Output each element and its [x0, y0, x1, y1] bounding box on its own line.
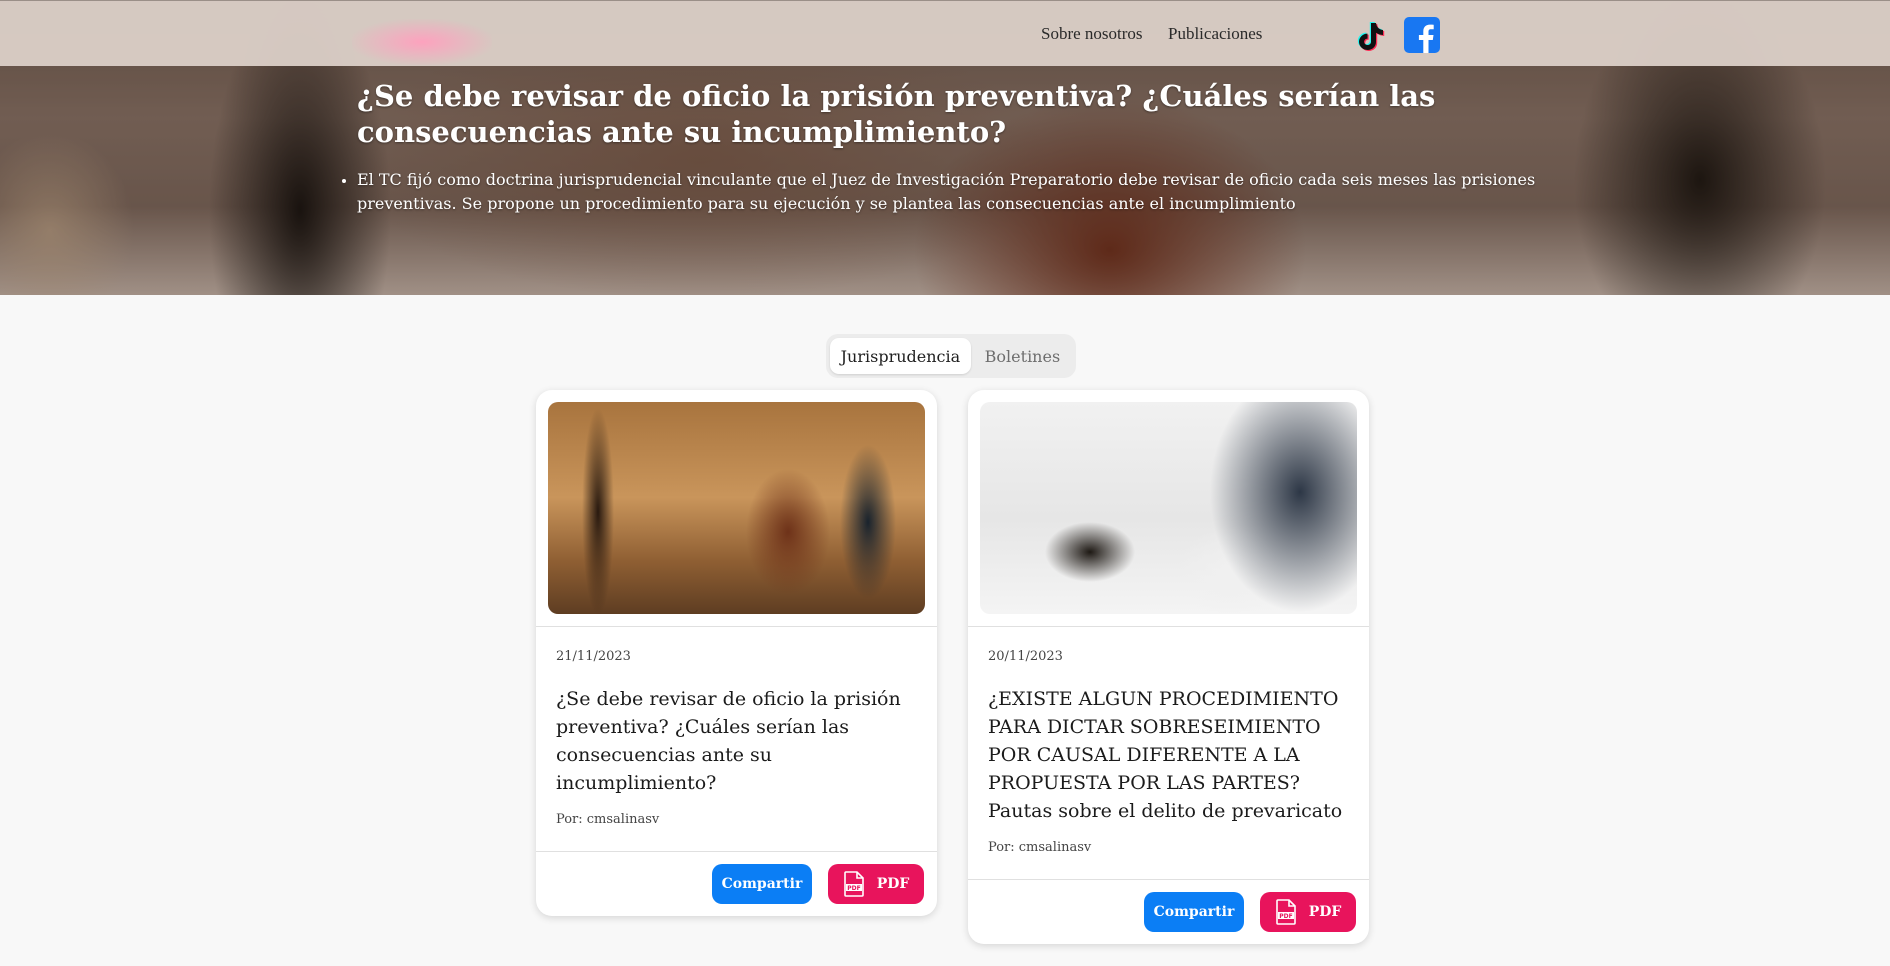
hero-summary-item: El TC fijó como doctrina jurisprudencial…	[357, 168, 1557, 216]
tab-boletines[interactable]: Boletines	[973, 338, 1072, 374]
nav-link-publications[interactable]: Publicaciones	[1168, 24, 1262, 44]
pdf-button[interactable]: PDF PDF	[1260, 892, 1356, 932]
card-title[interactable]: ¿EXISTE ALGUN PROCEDIMIENTO PARA DICTAR …	[988, 685, 1348, 825]
pdf-file-icon: PDF	[843, 871, 865, 897]
card-image	[980, 402, 1357, 614]
top-navbar: Sobre nosotros Publicaciones	[0, 0, 1890, 66]
card-date: 21/11/2023	[556, 649, 631, 664]
card-divider	[968, 626, 1369, 627]
pdf-button[interactable]: PDF PDF	[828, 864, 924, 904]
card-author: Por: cmsalinasv	[556, 812, 660, 827]
tab-jurisprudencia[interactable]: Jurisprudencia	[830, 338, 971, 374]
tiktok-icon[interactable]	[1354, 19, 1388, 53]
card-divider	[968, 879, 1369, 880]
card-date: 20/11/2023	[988, 649, 1063, 664]
card-title[interactable]: ¿Se debe revisar de oficio la prisión pr…	[556, 685, 916, 797]
card-divider	[536, 851, 937, 852]
category-tabs: Jurisprudencia Boletines	[826, 334, 1076, 378]
hero-summary-list: El TC fijó como doctrina jurisprudencial…	[357, 168, 1557, 216]
pdf-button-label: PDF	[876, 876, 910, 892]
card-divider	[536, 626, 937, 627]
pdf-button-label: PDF	[1308, 904, 1342, 920]
svg-text:PDF: PDF	[847, 885, 860, 892]
pdf-file-icon: PDF	[1275, 899, 1297, 925]
publication-card[interactable]: 21/11/2023 ¿Se debe revisar de oficio la…	[536, 390, 937, 916]
share-button[interactable]: Compartir	[712, 864, 812, 904]
share-button[interactable]: Compartir	[1144, 892, 1244, 932]
svg-text:PDF: PDF	[1279, 913, 1292, 920]
card-image	[548, 402, 925, 614]
publication-card[interactable]: 20/11/2023 ¿EXISTE ALGUN PROCEDIMIENTO P…	[968, 390, 1369, 944]
site-logo[interactable]	[352, 19, 492, 65]
card-author: Por: cmsalinasv	[988, 840, 1092, 855]
nav-link-about[interactable]: Sobre nosotros	[1041, 24, 1143, 44]
facebook-icon[interactable]	[1404, 17, 1440, 53]
hero-title: ¿Se debe revisar de oficio la prisión pr…	[357, 79, 1436, 149]
